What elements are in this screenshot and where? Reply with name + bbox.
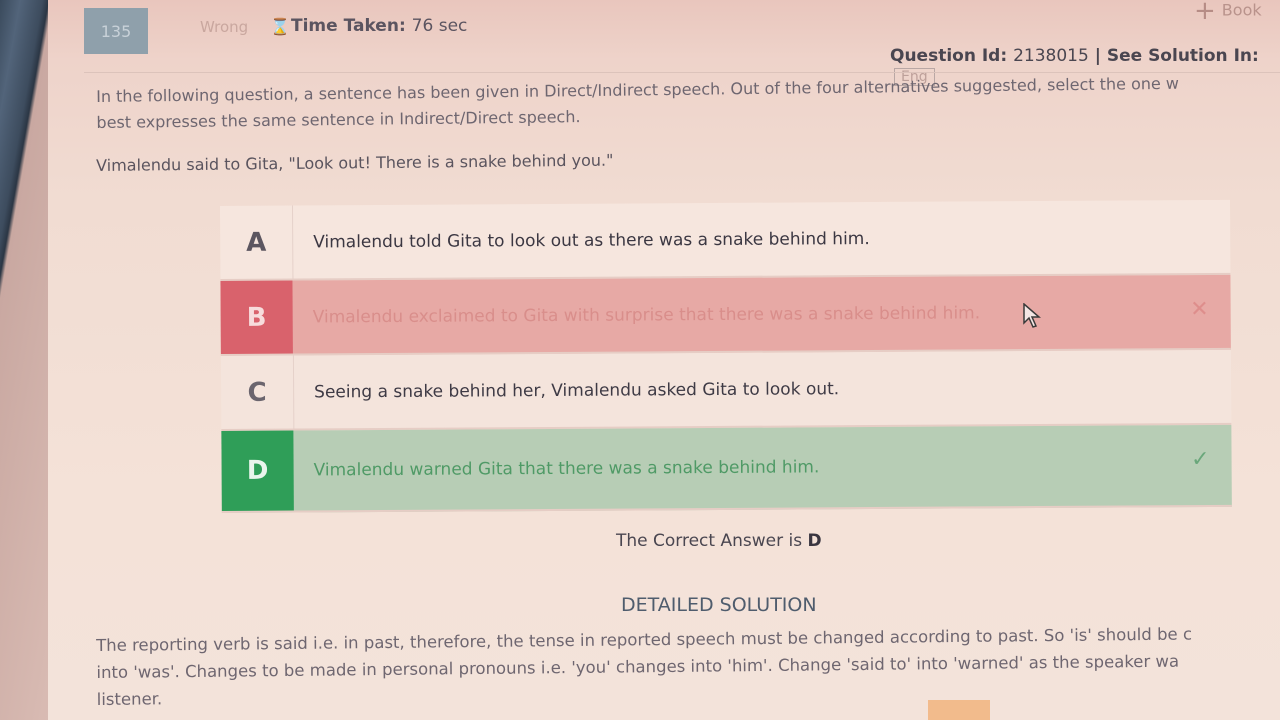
hourglass-icon: ⌛ <box>270 17 290 36</box>
check-icon: ✓ <box>1191 446 1210 473</box>
option-a[interactable]: A Vimalendu told Gita to look out as the… <box>220 199 1231 281</box>
time-taken: Time Taken: 76 sec <box>291 16 467 36</box>
option-c[interactable]: C Seeing a snake behind her, Vimalendu a… <box>220 349 1232 431</box>
answer-options: A Vimalendu told Gita to look out as the… <box>220 199 1232 513</box>
time-label: Time Taken: <box>291 16 406 36</box>
option-letter: C <box>220 355 295 429</box>
option-b-wrong[interactable]: B Vimalendu exclaimed to Gita with surpr… <box>220 274 1231 356</box>
option-letter: A <box>220 205 294 279</box>
solution-text: The reporting verb is said i.e. in past,… <box>96 619 1280 713</box>
solution-title: DETAILED SOLUTION <box>621 594 817 616</box>
cross-icon: ✕ <box>1190 296 1209 323</box>
option-text: Seeing a snake behind her, Vimalendu ask… <box>314 378 840 402</box>
bookmark-label: Book <box>1221 0 1262 20</box>
bookmark-button[interactable]: + Book <box>1194 0 1262 26</box>
question-instruction: In the following question, a sentence ha… <box>96 69 1280 136</box>
solution-language-label: | See Solution In: <box>1094 46 1259 66</box>
question-number-badge[interactable]: 135 <box>84 8 148 54</box>
correct-answer-letter: D <box>807 531 822 551</box>
status-label: Wrong <box>200 18 249 36</box>
question-sentence: Vimalendu said to Gita, "Look out! There… <box>96 150 614 175</box>
question-id-label: Question Id: <box>890 46 1008 66</box>
option-letter: D <box>221 430 294 511</box>
correct-answer-prefix: The Correct Answer is <box>616 531 803 551</box>
plus-icon: + <box>1194 0 1216 26</box>
correct-answer-text: The Correct Answer is D <box>616 531 822 551</box>
top-bar: 135 Wrong ⌛ Time Taken: 76 sec + Book <box>48 0 1280 54</box>
question-id-value: 2138015 <box>1013 46 1089 66</box>
option-letter: B <box>220 280 293 354</box>
time-value: 76 sec <box>411 16 468 36</box>
option-text: Vimalendu exclaimed to Gita with surpris… <box>312 302 981 327</box>
bottom-button[interactable] <box>928 700 990 720</box>
mouse-cursor-icon <box>1023 303 1042 328</box>
option-text: Vimalendu told Gita to look out as there… <box>313 228 870 252</box>
option-d-correct[interactable]: D Vimalendu warned Gita that there was a… <box>221 424 1232 513</box>
option-text: Vimalendu warned Gita that there was a s… <box>313 457 820 481</box>
exam-review-screen: 135 Wrong ⌛ Time Taken: 76 sec + Book Que… <box>48 0 1280 720</box>
